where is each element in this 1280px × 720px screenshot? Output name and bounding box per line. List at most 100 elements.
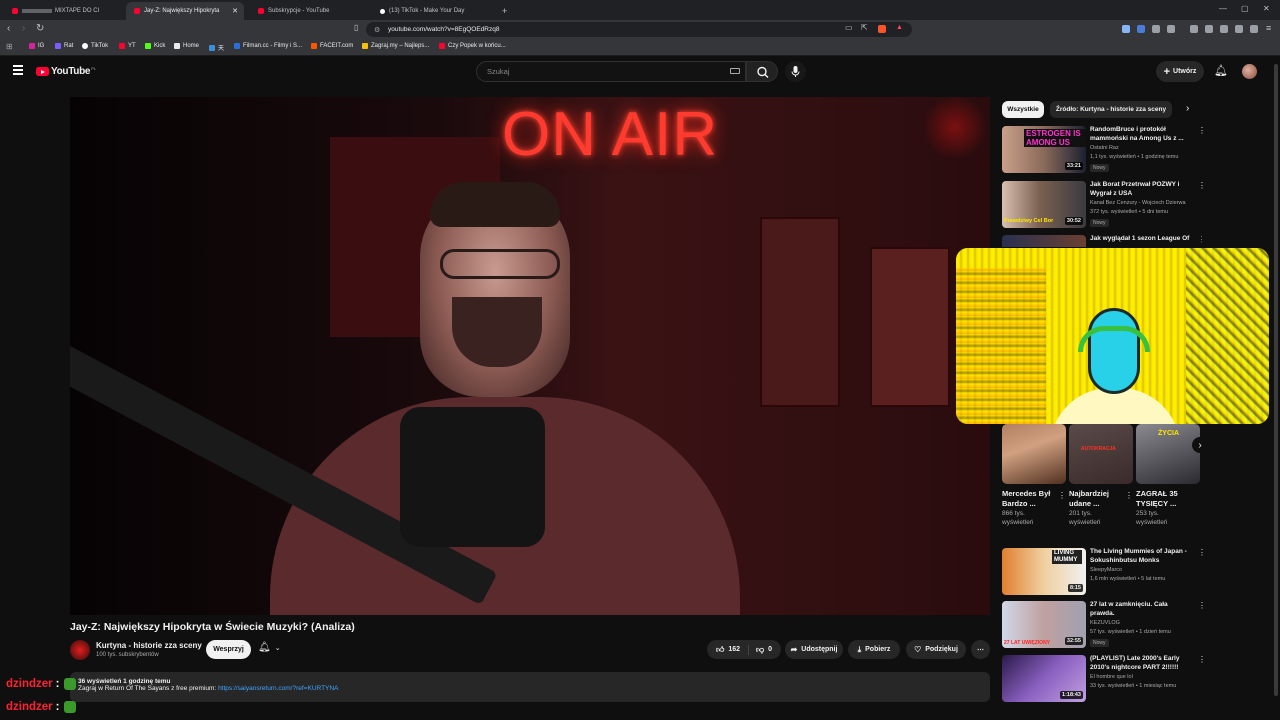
back-icon[interactable]: ‹ <box>7 23 10 34</box>
browser-tab[interactable]: MIXTAPE DO CI <box>4 2 120 20</box>
create-button[interactable]: + Utwórz <box>1156 61 1204 82</box>
bookmark-item[interactable]: TikTok <box>82 43 108 49</box>
maximize-icon[interactable]: ▢ <box>1241 4 1249 13</box>
channel-avatar[interactable] <box>70 640 90 660</box>
thanks-button[interactable]: ♡ Podziękuj <box>906 640 966 659</box>
short-item[interactable]: Mercedes Był Bardzo ... 866 tys. wyświet… <box>1002 424 1066 527</box>
search-input[interactable]: Szukaj <box>476 61 746 82</box>
recommended-video[interactable]: 27 LAT UWIĘZIONY 32:55 27 lat w zamknięc… <box>1002 601 1206 649</box>
rewards-icon[interactable]: ▲ <box>896 24 904 32</box>
browser-tab-active[interactable]: Jay-Z: Największy Hipokryta ✕ <box>126 2 244 20</box>
bookmark-item[interactable]: Czy Popek w końcu... <box>439 43 506 49</box>
new-badge: Nowy <box>1090 639 1109 647</box>
browser-tab[interactable]: (13) TikTok - Make Your Day <box>372 2 490 20</box>
microphone-icon <box>791 66 800 77</box>
browser-tab[interactable]: Subskrypcje - YouTube <box>250 2 368 20</box>
more-vertical-icon[interactable]: ⋮ <box>1198 548 1206 557</box>
short-item[interactable]: AUTOKRACJA Najbardziej udane ... 201 tys… <box>1069 424 1133 527</box>
download-button[interactable]: ⤓ Pobierz <box>848 640 900 659</box>
microphone <box>400 407 545 547</box>
close-tab-icon[interactable]: ✕ <box>232 7 238 15</box>
search-button[interactable] <box>746 61 778 82</box>
recommended-video[interactable]: Jak wyglądał 1 sezon League Of ⋮ <box>1002 235 1202 247</box>
recommended-video[interactable]: LIVING MUMMY 8:15 The Living Mummies of … <box>1002 548 1206 596</box>
recommended-video[interactable]: 1:18:43 (PLAYLIST) Late 2000's Early 201… <box>1002 655 1206 703</box>
dislike-button[interactable]: 👎︎ 0 <box>749 645 772 655</box>
recommended-video[interactable]: Prawdziwy Cel Bor 30:52 Jak Borat Przetr… <box>1002 181 1206 229</box>
apps-grid-icon[interactable]: ⊞ <box>6 42 13 51</box>
extension-icon[interactable] <box>1122 25 1130 33</box>
bookmark-item[interactable]: IG <box>29 43 44 49</box>
menu-icon[interactable]: ≡ <box>1266 23 1271 33</box>
more-vertical-icon[interactable]: ⋮ <box>1198 601 1206 610</box>
more-vertical-icon[interactable]: ⋮ <box>1198 126 1206 135</box>
short-item[interactable]: ŻYCIA ZAGRAŁ 35 TYSIĘCY ... 253 tys. wyś… <box>1136 424 1200 527</box>
forward-icon[interactable]: › <box>22 23 25 34</box>
install-app-icon[interactable]: ▭ <box>845 23 853 32</box>
more-vertical-icon[interactable]: ⋮ <box>1058 491 1066 500</box>
site-info-icon[interactable]: ⚙ <box>374 26 380 34</box>
chat-message: dzindzer : <box>6 678 77 690</box>
view-count-date: 36 wyświetleń 1 godzinę temu <box>78 678 171 685</box>
new-tab-button[interactable]: + <box>494 2 508 20</box>
more-actions-button[interactable]: ⋯ <box>971 640 990 659</box>
thumbs-down-icon: 👎︎ <box>756 644 765 654</box>
bell-icon: 🔔︎ <box>258 642 271 653</box>
video-thumbnail: LIVING MUMMY 8:15 <box>1002 548 1086 595</box>
share-icon[interactable]: ⇱ <box>861 23 868 32</box>
extension-icon[interactable] <box>1137 25 1145 33</box>
description-box[interactable]: 36 wyświetleń 1 godzinę temu Zagraj w Re… <box>70 672 990 702</box>
extension-icon[interactable] <box>1167 25 1175 33</box>
bookmark-item[interactable]: 天 <box>209 43 224 52</box>
media-icon[interactable] <box>1190 25 1198 33</box>
vpn-icon[interactable] <box>1250 25 1258 33</box>
youtube-logo[interactable]: YouTube PL <box>36 66 96 77</box>
extension-icon[interactable] <box>1235 25 1243 33</box>
more-vertical-icon[interactable]: ⋮ <box>1198 655 1206 664</box>
video-player[interactable]: ON AIR <box>70 97 990 615</box>
bookmark-icon[interactable]: ▯ <box>354 23 358 32</box>
page-scrollbar[interactable] <box>1274 60 1278 700</box>
bookmark-item[interactable]: Zagraj.my – Najleps... <box>362 43 429 49</box>
video-thumbnail <box>1002 235 1086 247</box>
channel-name[interactable]: Kurtyna - historie zza sceny <box>96 641 202 650</box>
like-button[interactable]: 👍︎ 162 <box>715 644 750 655</box>
shorts-next-button[interactable]: › <box>1192 437 1208 453</box>
thumbs-up-icon: 👍︎ <box>715 644 725 654</box>
minimize-icon[interactable]: — <box>1219 4 1227 13</box>
bookmark-item[interactable]: Rat <box>55 43 73 49</box>
address-bar[interactable]: ⚙ youtube.com/watch?v=8EgQOEdRzq8 <box>366 22 912 37</box>
description-link[interactable]: https://saiyansreturn.com/?ref=KURTYNA <box>218 685 338 692</box>
hamburger-menu-icon[interactable] <box>13 65 23 77</box>
chevron-right-icon[interactable]: › <box>1186 103 1189 114</box>
reload-icon[interactable]: ↻ <box>36 23 44 34</box>
chip-all[interactable]: Wszystkie <box>1002 101 1044 118</box>
bookmark-item[interactable]: Home <box>174 43 199 49</box>
notifications-bell-icon[interactable]: 🔔︎ <box>1214 64 1228 77</box>
voice-search-button[interactable] <box>785 61 806 82</box>
heart-dollar-icon: ♡ <box>914 645 922 654</box>
extension-icon[interactable] <box>1152 25 1160 33</box>
more-vertical-icon[interactable]: ⋮ <box>1198 181 1206 190</box>
pepe-emote-icon <box>64 701 77 713</box>
keyboard-icon[interactable] <box>730 68 740 74</box>
close-window-icon[interactable]: ✕ <box>1263 4 1270 13</box>
bookmark-item[interactable]: YT <box>119 43 136 49</box>
share-button[interactable]: ➦ Udostępnij <box>785 640 843 659</box>
bookmark-item[interactable]: FACEIT.com <box>311 43 353 49</box>
avatar[interactable] <box>1242 64 1257 79</box>
bookmark-item[interactable]: Kick <box>145 43 165 49</box>
person-glasses <box>440 249 560 279</box>
support-button[interactable]: Wesprzyj <box>206 640 251 659</box>
brave-shield-icon[interactable] <box>878 25 886 33</box>
bookmarks-bar: ⊞ IG Rat TikTok YT Kick Home 天 Filman.cc… <box>0 39 1280 56</box>
sidebar-icon[interactable] <box>1205 25 1213 33</box>
wallet-icon[interactable] <box>1220 25 1228 33</box>
chip-source[interactable]: Źródło: Kurtyna - historie zza sceny <box>1050 101 1172 118</box>
more-vertical-icon[interactable]: ⋮ <box>1198 235 1202 244</box>
webcam-overlay <box>956 248 1269 424</box>
bookmark-item[interactable]: Filman.cc - Filmy i S... <box>234 43 302 49</box>
more-vertical-icon[interactable]: ⋮ <box>1125 491 1133 500</box>
recommended-video[interactable]: ESTROGEN IS AMONG US 33:21 RandomBruce i… <box>1002 126 1206 174</box>
subscription-bell-button[interactable]: 🔔︎ ⌄ <box>258 642 281 653</box>
